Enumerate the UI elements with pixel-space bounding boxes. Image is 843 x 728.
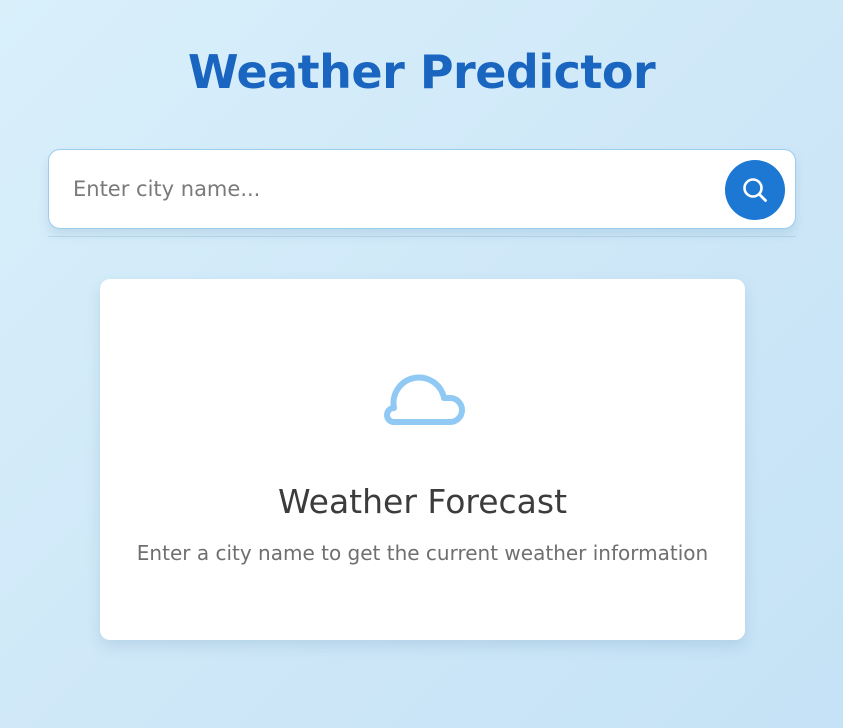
card-title: Weather Forecast (277, 482, 568, 521)
search-button[interactable] (725, 160, 785, 220)
search-divider (48, 236, 796, 237)
app-title: Weather Predictor (187, 45, 656, 99)
search-icon (741, 176, 769, 204)
weather-card: Weather Forecast Enter a city name to ge… (100, 279, 745, 640)
search-bar (48, 149, 796, 229)
card-description: Enter a city name to get the current wea… (136, 541, 709, 565)
city-search-input[interactable] (49, 150, 709, 228)
cloud-icon (374, 361, 470, 437)
